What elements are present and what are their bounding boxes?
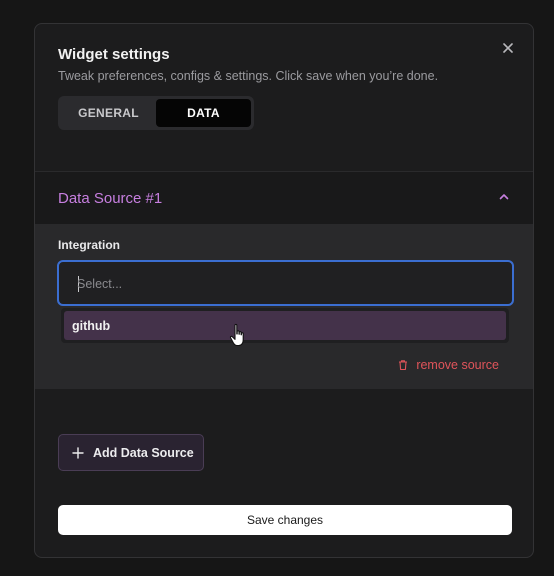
integration-select[interactable]: [57, 260, 514, 306]
dialog-subtitle: Tweak preferences, configs & settings. C…: [58, 69, 439, 83]
close-icon: [503, 43, 513, 53]
chevron-up-icon[interactable]: [497, 190, 511, 204]
remove-source-button[interactable]: remove source: [397, 358, 499, 372]
trash-icon: [399, 360, 408, 371]
settings-tabs: GENERAL DATA: [58, 96, 254, 130]
add-data-source-button[interactable]: Add Data Source: [58, 434, 204, 471]
dialog-title: Widget settings: [58, 46, 170, 63]
add-data-source-label: Add Data Source: [93, 445, 194, 460]
plus-icon: [72, 446, 84, 459]
remove-source-label: remove source: [416, 358, 499, 372]
integration-label: Integration: [58, 238, 120, 252]
save-changes-button[interactable]: Save changes: [58, 505, 512, 535]
hand-pointer-icon: [229, 323, 244, 347]
tab-general[interactable]: GENERAL: [61, 99, 156, 127]
data-source-body: Integration github remove source: [35, 224, 533, 389]
widget-settings-dialog: Widget settings Tweak preferences, confi…: [34, 23, 534, 558]
tab-data[interactable]: DATA: [156, 99, 251, 127]
close-button[interactable]: [499, 39, 517, 57]
dropdown-option-github[interactable]: github: [64, 311, 506, 340]
integration-select-input[interactable]: [77, 275, 477, 293]
data-source-title: Data Source #1: [58, 189, 163, 207]
data-source-header[interactable]: Data Source #1: [35, 172, 533, 224]
integration-dropdown: github: [61, 308, 509, 343]
